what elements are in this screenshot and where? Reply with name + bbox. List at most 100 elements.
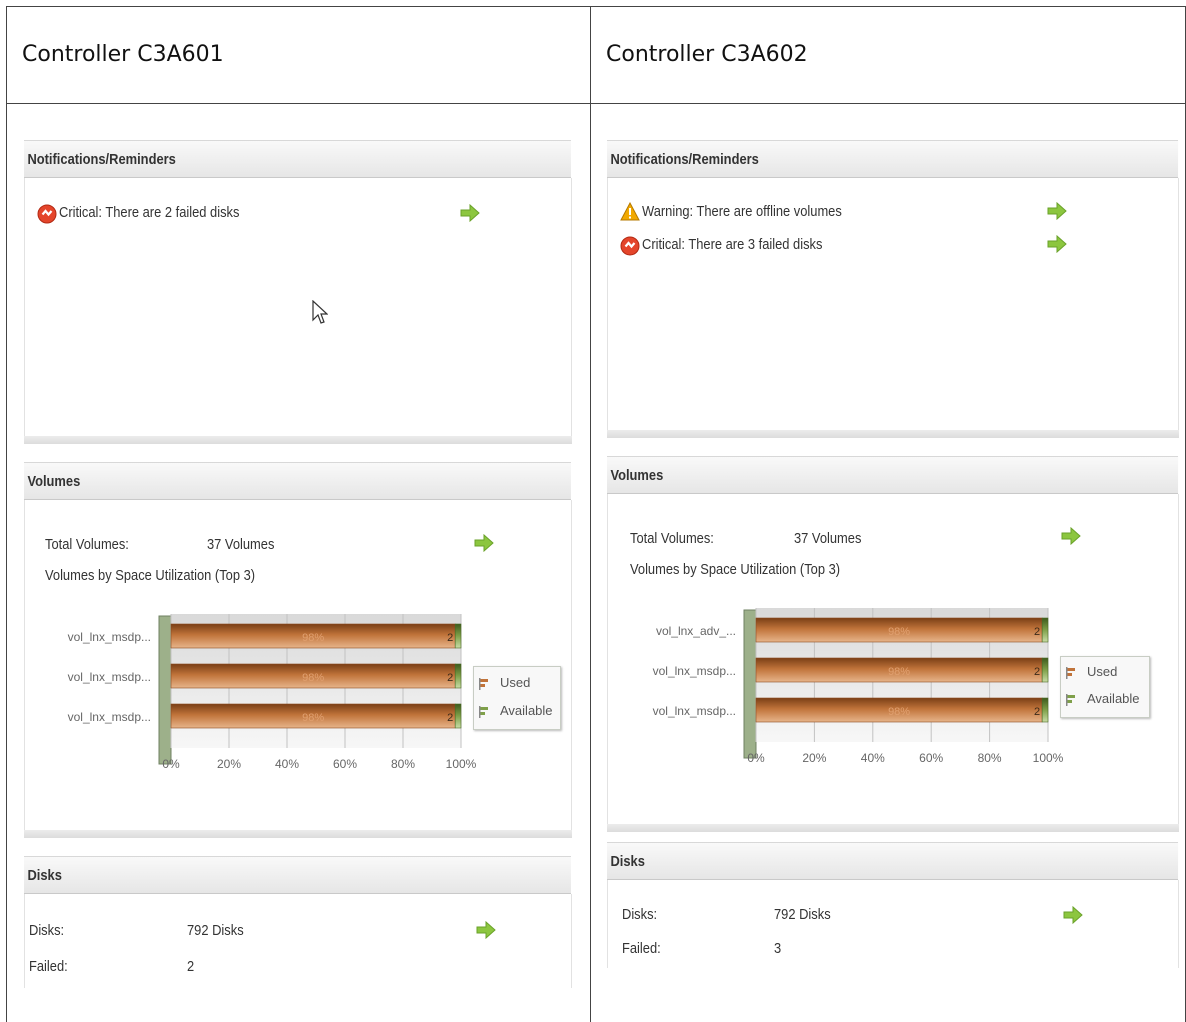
volumes-header: Volumes <box>24 462 571 500</box>
table-column-divider <box>590 6 591 1022</box>
notification-critical-text: Critical: There are 3 failed disks <box>642 236 823 253</box>
panel-separator <box>24 830 572 838</box>
disks-value: 792 Disks <box>187 922 244 939</box>
available-legend-icon <box>479 705 488 718</box>
x-tick-label: 80% <box>391 757 415 771</box>
used-legend-icon <box>1066 666 1075 679</box>
bar-available <box>1041 697 1049 723</box>
x-tick-label: 20% <box>217 757 241 771</box>
notifications-heading: Notifications/Reminders <box>610 151 759 168</box>
used-legend-icon <box>479 677 488 690</box>
disks-header: Disks <box>607 842 1178 880</box>
notifications-header: Notifications/Reminders <box>24 140 571 178</box>
panel-separator <box>24 436 572 444</box>
volumes-panel: Total Volumes: 37 Volumes Volumes by Spa… <box>24 500 572 830</box>
category-label: vol_lnx_msdp... <box>68 710 151 724</box>
legend-available-label: Available <box>1087 691 1140 706</box>
disks-label: Disks: <box>622 906 658 923</box>
go-arrow-icon[interactable] <box>475 921 497 939</box>
table-header-divider <box>6 103 1186 104</box>
legend-item-available: Available <box>478 703 553 719</box>
legend-item-used: Used <box>478 675 530 691</box>
disks-value: 792 Disks <box>774 906 831 923</box>
warning-icon <box>620 202 640 221</box>
disks-heading: Disks <box>610 853 645 870</box>
bar-used-label: 98% <box>302 712 324 724</box>
bar-available <box>454 663 462 689</box>
notifications-header: Notifications/Reminders <box>607 140 1178 178</box>
bar-available <box>454 623 462 649</box>
critical-icon <box>620 236 640 256</box>
go-arrow-icon[interactable] <box>1046 202 1068 220</box>
volumes-heading: Volumes <box>27 473 81 490</box>
chart-legend: Used Available <box>1060 656 1150 718</box>
x-tick-label: 60% <box>919 751 943 765</box>
bar-available-label: 2 <box>447 632 453 644</box>
category-label: vol_lnx_msdp... <box>68 630 151 644</box>
mouse-cursor-icon <box>312 300 328 324</box>
failed-disks-value: 2 <box>187 958 195 975</box>
chart-svg: 0% 20% 40% 60% 80% 100% 98% 2 vol_lnx_msdp... 98%… <box>68 614 477 771</box>
disks-panel: Disks: 792 Disks Failed: 2 <box>24 894 572 988</box>
bar-available <box>1041 617 1049 643</box>
critical-icon <box>37 204 57 224</box>
panel-separator <box>607 430 1179 438</box>
go-arrow-icon[interactable] <box>1062 906 1084 924</box>
panel-separator <box>607 824 1179 832</box>
disks-panel: Disks: 792 Disks Failed: 3 <box>607 880 1179 968</box>
bar-used-label: 98% <box>302 632 324 644</box>
table-border-top <box>6 6 1186 7</box>
category-label: vol_lnx_msdp... <box>68 670 151 684</box>
available-legend-icon <box>1066 693 1075 706</box>
category-label: vol_lnx_msdp... <box>653 704 736 718</box>
bar-available <box>454 703 462 729</box>
x-tick-label: 0% <box>162 757 180 771</box>
bar-available-label: 2 <box>1034 666 1040 678</box>
failed-disks-value: 3 <box>774 940 782 957</box>
column-title-c3a602: Controller C3A602 <box>606 42 808 67</box>
notifications-heading: Notifications/Reminders <box>27 151 176 168</box>
failed-disks-label: Failed: <box>29 958 68 975</box>
legend-item-used: Used <box>1065 664 1117 680</box>
disks-heading: Disks <box>27 867 62 884</box>
volumes-panel: Total Volumes: 37 Volumes Volumes by Spa… <box>607 494 1179 824</box>
bar-used-label: 98% <box>302 672 324 684</box>
x-tick-label: 20% <box>802 751 826 765</box>
category-label: vol_lnx_msdp... <box>653 664 736 678</box>
dashboard-c3a602: Notifications/Reminders Warning: There a… <box>607 138 1179 968</box>
disks-header: Disks <box>24 856 571 894</box>
x-tick-label: 40% <box>861 751 885 765</box>
notifications-panel: Critical: There are 2 failed disks <box>24 178 572 436</box>
volumes-heading: Volumes <box>610 467 664 484</box>
x-tick-label: 100% <box>446 757 477 771</box>
legend-item-available: Available <box>1065 691 1140 707</box>
volumes-utilization-chart: 0% 20% 40% 60% 80% 100% 98% 2 vol_lnx_msdp... 98%… <box>25 500 573 830</box>
notification-warning-text: Warning: There are offline volumes <box>642 203 842 220</box>
notifications-panel: Warning: There are offline volumes Criti… <box>607 178 1179 430</box>
go-arrow-icon[interactable] <box>1046 235 1068 253</box>
column-title-c3a601: Controller C3A601 <box>22 42 224 67</box>
bar-used-label: 98% <box>888 626 910 638</box>
volumes-header: Volumes <box>607 456 1178 494</box>
category-label: vol_lnx_adv_... <box>656 624 736 638</box>
x-tick-label: 100% <box>1033 751 1064 765</box>
bar-available-label: 2 <box>447 712 453 724</box>
plot-axis-wall <box>743 609 757 759</box>
disks-label: Disks: <box>29 922 65 939</box>
go-arrow-icon[interactable] <box>459 204 481 222</box>
dashboard-c3a601: Notifications/Reminders Critical: There … <box>24 138 572 988</box>
x-tick-label: 0% <box>747 751 765 765</box>
bar-available-label: 2 <box>447 672 453 684</box>
bar-used-label: 98% <box>888 666 910 678</box>
bar-available-label: 2 <box>1034 706 1040 718</box>
legend-available-label: Available <box>500 703 553 718</box>
plot-axis-wall <box>158 615 172 765</box>
legend-used-label: Used <box>500 675 531 690</box>
bar-available <box>1041 657 1049 683</box>
bar-used-label: 98% <box>888 706 910 718</box>
x-tick-label: 60% <box>333 757 357 771</box>
failed-disks-label: Failed: <box>622 940 661 957</box>
x-tick-label: 40% <box>275 757 299 771</box>
notification-critical-text: Critical: There are 2 failed disks <box>59 204 240 221</box>
table-border-left <box>6 6 7 1022</box>
